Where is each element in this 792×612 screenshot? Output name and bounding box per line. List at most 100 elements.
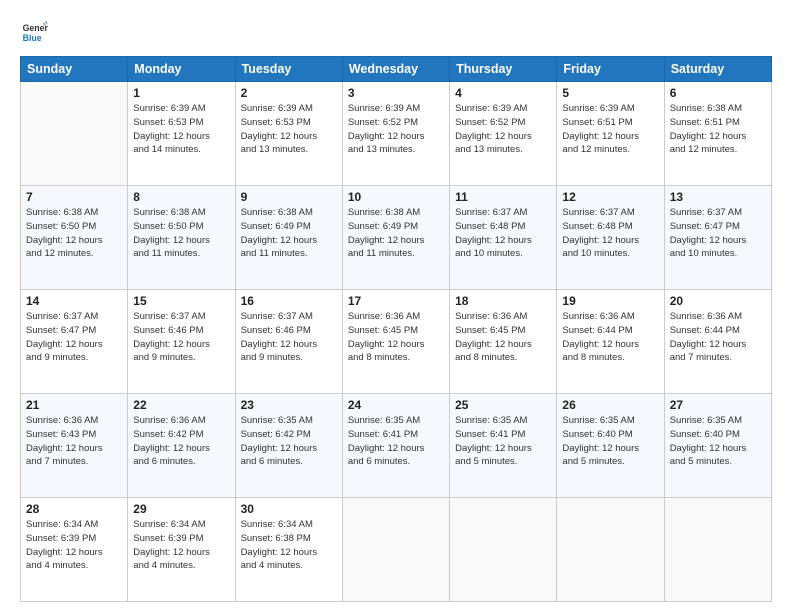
calendar-cell — [342, 498, 449, 602]
calendar-cell: 20 Sunrise: 6:36 AM Sunset: 6:44 PM Dayli… — [664, 290, 771, 394]
day-info: Sunrise: 6:37 AM Sunset: 6:46 PM Dayligh… — [241, 310, 337, 365]
calendar-header-friday: Friday — [557, 57, 664, 82]
calendar-cell: 21Sunrise: 6:36 AM Sunset: 6:43 PM Dayli… — [21, 394, 128, 498]
day-info: Sunrise: 6:38 AM Sunset: 6:49 PM Dayligh… — [348, 206, 444, 261]
calendar-table: SundayMondayTuesdayWednesdayThursdayFrid… — [20, 56, 772, 602]
day-number: 29 — [133, 502, 229, 516]
day-info: Sunrise: 6:36 AM Sunset: 6:45 PM Dayligh… — [348, 310, 444, 365]
day-info: Sunrise: 6:37 AM Sunset: 6:48 PM Dayligh… — [562, 206, 658, 261]
day-info: Sunrise: 6:34 AM Sunset: 6:39 PM Dayligh… — [26, 518, 122, 573]
calendar-week-row: 28Sunrise: 6:34 AM Sunset: 6:39 PM Dayli… — [21, 498, 772, 602]
day-info: Sunrise: 6:39 AM Sunset: 6:53 PM Dayligh… — [133, 102, 229, 157]
day-number: 15 — [133, 294, 229, 308]
calendar-cell: 17 Sunrise: 6:36 AM Sunset: 6:45 PM Dayli… — [342, 290, 449, 394]
calendar-cell: 15 Sunrise: 6:37 AM Sunset: 6:46 PM Dayli… — [128, 290, 235, 394]
calendar-header-monday: Monday — [128, 57, 235, 82]
day-info: Sunrise: 6:37 AM Sunset: 6:48 PM Dayligh… — [455, 206, 551, 261]
day-number: 7 — [26, 190, 122, 204]
calendar-cell: 14 Sunrise: 6:37 AM Sunset: 6:47 PM Dayli… — [21, 290, 128, 394]
calendar-cell: 9 Sunrise: 6:38 AM Sunset: 6:49 PM Daylig… — [235, 186, 342, 290]
day-info: Sunrise: 6:35 AM Sunset: 6:41 PM Dayligh… — [455, 414, 551, 469]
logo-icon: General Blue — [20, 18, 48, 46]
calendar-cell: 26 Sunrise: 6:35 AM Sunset: 6:40 PM Dayli… — [557, 394, 664, 498]
day-number: 22 — [133, 398, 229, 412]
day-info: Sunrise: 6:36 AM Sunset: 6:44 PM Dayligh… — [670, 310, 766, 365]
calendar-week-row: 14 Sunrise: 6:37 AM Sunset: 6:47 PM Dayli… — [21, 290, 772, 394]
calendar-cell: 30Sunrise: 6:34 AM Sunset: 6:38 PM Dayli… — [235, 498, 342, 602]
calendar-cell: 7 Sunrise: 6:38 AM Sunset: 6:50 PM Daylig… — [21, 186, 128, 290]
svg-text:Blue: Blue — [23, 33, 42, 43]
day-number: 6 — [670, 86, 766, 100]
day-number: 26 — [562, 398, 658, 412]
calendar-cell: 27Sunrise: 6:35 AM Sunset: 6:40 PM Dayli… — [664, 394, 771, 498]
calendar-cell — [664, 498, 771, 602]
calendar-cell — [21, 82, 128, 186]
day-number: 14 — [26, 294, 122, 308]
calendar-cell: 4 Sunrise: 6:39 AM Sunset: 6:52 PM Daylig… — [450, 82, 557, 186]
day-number: 18 — [455, 294, 551, 308]
calendar-cell — [557, 498, 664, 602]
day-info: Sunrise: 6:38 AM Sunset: 6:50 PM Dayligh… — [26, 206, 122, 261]
calendar-cell: 6 Sunrise: 6:38 AM Sunset: 6:51 PM Daylig… — [664, 82, 771, 186]
calendar-cell: 18Sunrise: 6:36 AM Sunset: 6:45 PM Dayli… — [450, 290, 557, 394]
day-number: 10 — [348, 190, 444, 204]
day-info: Sunrise: 6:38 AM Sunset: 6:51 PM Dayligh… — [670, 102, 766, 157]
day-info: Sunrise: 6:34 AM Sunset: 6:38 PM Dayligh… — [241, 518, 337, 573]
day-info: Sunrise: 6:37 AM Sunset: 6:47 PM Dayligh… — [670, 206, 766, 261]
calendar-cell: 13 Sunrise: 6:37 AM Sunset: 6:47 PM Dayli… — [664, 186, 771, 290]
day-info: Sunrise: 6:36 AM Sunset: 6:44 PM Dayligh… — [562, 310, 658, 365]
day-number: 13 — [670, 190, 766, 204]
calendar-header-saturday: Saturday — [664, 57, 771, 82]
calendar-cell: 19 Sunrise: 6:36 AM Sunset: 6:44 PM Dayli… — [557, 290, 664, 394]
day-info: Sunrise: 6:39 AM Sunset: 6:52 PM Dayligh… — [348, 102, 444, 157]
day-info: Sunrise: 6:35 AM Sunset: 6:42 PM Dayligh… — [241, 414, 337, 469]
day-info: Sunrise: 6:37 AM Sunset: 6:47 PM Dayligh… — [26, 310, 122, 365]
day-number: 16 — [241, 294, 337, 308]
calendar-cell: 24Sunrise: 6:35 AM Sunset: 6:41 PM Dayli… — [342, 394, 449, 498]
calendar-cell: 8 Sunrise: 6:38 AM Sunset: 6:50 PM Daylig… — [128, 186, 235, 290]
day-number: 5 — [562, 86, 658, 100]
day-number: 1 — [133, 86, 229, 100]
day-info: Sunrise: 6:34 AM Sunset: 6:39 PM Dayligh… — [133, 518, 229, 573]
day-info: Sunrise: 6:36 AM Sunset: 6:43 PM Dayligh… — [26, 414, 122, 469]
calendar-cell: 22 Sunrise: 6:36 AM Sunset: 6:42 PM Dayli… — [128, 394, 235, 498]
day-info: Sunrise: 6:39 AM Sunset: 6:52 PM Dayligh… — [455, 102, 551, 157]
calendar-cell: 16 Sunrise: 6:37 AM Sunset: 6:46 PM Dayli… — [235, 290, 342, 394]
day-info: Sunrise: 6:37 AM Sunset: 6:46 PM Dayligh… — [133, 310, 229, 365]
calendar-cell: 2 Sunrise: 6:39 AM Sunset: 6:53 PM Daylig… — [235, 82, 342, 186]
day-info: Sunrise: 6:39 AM Sunset: 6:53 PM Dayligh… — [241, 102, 337, 157]
day-number: 12 — [562, 190, 658, 204]
day-number: 8 — [133, 190, 229, 204]
calendar-body: 1 Sunrise: 6:39 AM Sunset: 6:53 PM Daylig… — [21, 82, 772, 602]
calendar-week-row: 1 Sunrise: 6:39 AM Sunset: 6:53 PM Daylig… — [21, 82, 772, 186]
calendar-header-thursday: Thursday — [450, 57, 557, 82]
day-info: Sunrise: 6:38 AM Sunset: 6:49 PM Dayligh… — [241, 206, 337, 261]
header: General Blue — [20, 18, 772, 46]
calendar-cell — [450, 498, 557, 602]
page: General Blue SundayMondayTuesdayWednesda… — [0, 0, 792, 612]
day-number: 19 — [562, 294, 658, 308]
calendar-cell: 29 Sunrise: 6:34 AM Sunset: 6:39 PM Dayli… — [128, 498, 235, 602]
calendar-cell: 28Sunrise: 6:34 AM Sunset: 6:39 PM Dayli… — [21, 498, 128, 602]
calendar-cell: 25Sunrise: 6:35 AM Sunset: 6:41 PM Dayli… — [450, 394, 557, 498]
calendar-cell: 5Sunrise: 6:39 AM Sunset: 6:51 PM Daylig… — [557, 82, 664, 186]
day-info: Sunrise: 6:36 AM Sunset: 6:42 PM Dayligh… — [133, 414, 229, 469]
day-number: 2 — [241, 86, 337, 100]
calendar-week-row: 21Sunrise: 6:36 AM Sunset: 6:43 PM Dayli… — [21, 394, 772, 498]
day-number: 9 — [241, 190, 337, 204]
calendar-header-sunday: Sunday — [21, 57, 128, 82]
calendar-cell: 1 Sunrise: 6:39 AM Sunset: 6:53 PM Daylig… — [128, 82, 235, 186]
day-info: Sunrise: 6:35 AM Sunset: 6:40 PM Dayligh… — [562, 414, 658, 469]
day-info: Sunrise: 6:38 AM Sunset: 6:50 PM Dayligh… — [133, 206, 229, 261]
calendar-week-row: 7 Sunrise: 6:38 AM Sunset: 6:50 PM Daylig… — [21, 186, 772, 290]
day-number: 4 — [455, 86, 551, 100]
day-number: 3 — [348, 86, 444, 100]
calendar-cell: 10 Sunrise: 6:38 AM Sunset: 6:49 PM Dayli… — [342, 186, 449, 290]
day-number: 17 — [348, 294, 444, 308]
day-info: Sunrise: 6:35 AM Sunset: 6:41 PM Dayligh… — [348, 414, 444, 469]
day-number: 20 — [670, 294, 766, 308]
calendar-cell: 11 Sunrise: 6:37 AM Sunset: 6:48 PM Dayli… — [450, 186, 557, 290]
calendar-header-row: SundayMondayTuesdayWednesdayThursdayFrid… — [21, 57, 772, 82]
day-number: 11 — [455, 190, 551, 204]
calendar-cell: 3 Sunrise: 6:39 AM Sunset: 6:52 PM Daylig… — [342, 82, 449, 186]
